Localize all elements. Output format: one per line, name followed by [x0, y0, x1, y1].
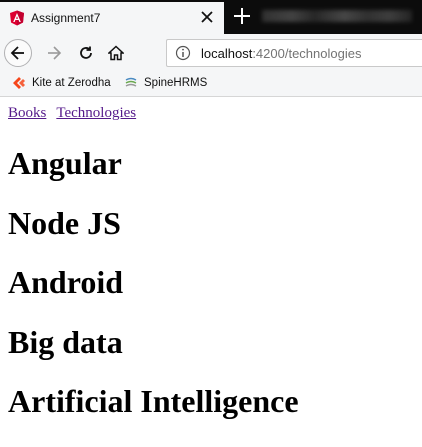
- reload-button[interactable]: [72, 39, 100, 67]
- technologies-link[interactable]: Technologies: [56, 105, 136, 121]
- tab-active[interactable]: Assignment7: [0, 2, 224, 34]
- nav-bar: localhost:4200/technologies: [0, 34, 422, 72]
- blurred-tabs: [262, 10, 412, 22]
- back-button[interactable]: [4, 39, 32, 67]
- bookmark-label: Kite at Zerodha: [32, 77, 111, 89]
- new-tab-icon[interactable]: [230, 4, 254, 28]
- tab-title: Assignment7: [31, 11, 101, 25]
- arrow-right-icon: [48, 46, 62, 60]
- bookmark-kite[interactable]: Kite at Zerodha: [12, 76, 111, 90]
- technology-heading: Big data: [8, 324, 123, 360]
- bookmark-spinehrms[interactable]: SpineHRMS: [124, 76, 207, 90]
- close-icon[interactable]: [200, 10, 214, 24]
- info-icon[interactable]: [175, 45, 191, 61]
- forward-button[interactable]: [40, 39, 68, 67]
- url-host: localhost: [201, 45, 253, 61]
- spinehrms-icon: [125, 77, 137, 87]
- bookmarks-bar: Kite at Zerodha SpineHRMS: [0, 72, 422, 97]
- url-bar[interactable]: localhost:4200/technologies: [166, 39, 422, 67]
- books-link[interactable]: Books: [8, 105, 46, 121]
- page-content: Books Technologies Angular Node JS Androi…: [0, 97, 422, 447]
- nav-links: Books Technologies: [8, 105, 146, 122]
- bookmark-label: SpineHRMS: [144, 77, 208, 89]
- technology-heading: Android: [8, 264, 124, 300]
- url-path: :4200/technologies: [252, 45, 362, 61]
- home-button[interactable]: [102, 39, 130, 67]
- reload-icon: [80, 46, 92, 59]
- technology-heading: Artificial Intelligence: [8, 383, 299, 419]
- technology-heading: Angular: [8, 145, 122, 181]
- kite-icon: [13, 77, 25, 89]
- tab-strip: Assignment7: [0, 0, 422, 34]
- technology-heading: Node JS: [8, 205, 121, 241]
- home-icon: [108, 45, 124, 61]
- arrow-left-icon: [10, 46, 24, 60]
- angular-icon: [10, 10, 24, 26]
